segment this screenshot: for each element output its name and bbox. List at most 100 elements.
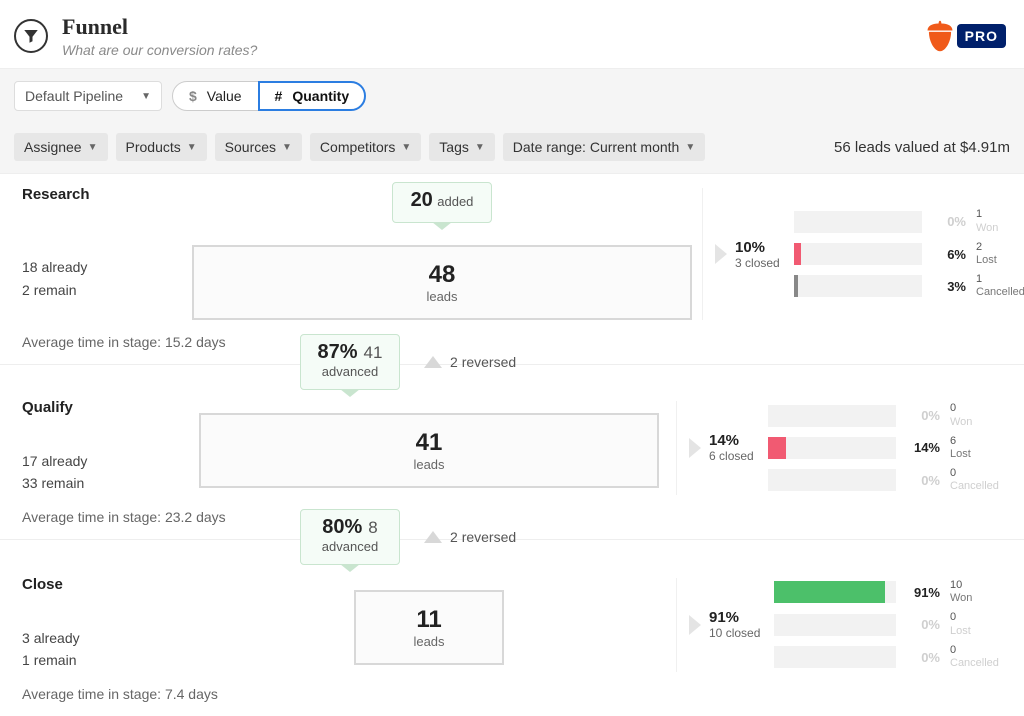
filter-date-range[interactable]: Date range: Current month ▼: [503, 133, 705, 161]
closed-block: 10% 3 closed: [715, 239, 780, 270]
closed-count: 6: [709, 449, 716, 463]
closed-label: closed: [719, 449, 754, 463]
triangle-right-icon: [689, 615, 701, 635]
title-block: Funnel What are our conversion rates?: [62, 14, 257, 58]
toggle-quantity[interactable]: # Quantity: [258, 81, 367, 111]
leads-label: leads: [211, 457, 647, 472]
remain-count: 33: [22, 475, 38, 491]
advance-box: 80% 8 advanced: [300, 509, 400, 565]
filter-date-range-label: Date range: Current month: [513, 139, 680, 155]
pro-label: PRO: [957, 24, 1006, 48]
already-label: already: [34, 630, 80, 646]
filter-chips: Assignee▼ Products ▼ Sources▼ Competitors…: [14, 133, 705, 161]
lost-pct: 14%: [906, 440, 940, 455]
remain-count: 2: [22, 282, 30, 298]
remain-label: remain: [34, 282, 77, 298]
cancelled-label: Cancelled: [950, 657, 1006, 670]
center-col: 11 leads: [192, 572, 666, 672]
leads-box[interactable]: 11 leads: [354, 590, 504, 665]
chevron-down-icon: ▼: [187, 142, 197, 153]
added-count: 20: [411, 189, 433, 211]
won-pct: 0%: [932, 214, 966, 229]
reversed-count: 2: [450, 529, 458, 545]
stages: Research 18 already 2 remain 20 added 48…: [0, 173, 1024, 716]
hash-icon: #: [275, 88, 283, 104]
closed-block: 14% 6 closed: [689, 432, 754, 463]
cancelled-pct: 3%: [932, 279, 966, 294]
triangle-right-icon: [715, 244, 727, 264]
advance-count: 8: [368, 518, 377, 538]
triangle-up-icon: [424, 356, 442, 368]
won-label: Won: [976, 222, 1024, 235]
chevron-down-icon: ▼: [685, 142, 695, 153]
bar-cancelled: 0% 0Cancelled: [774, 644, 1006, 670]
already-count: 17: [22, 453, 38, 469]
won-count: 0: [950, 402, 1006, 415]
advance-label: advanced: [315, 364, 385, 379]
chevron-down-icon: ▼: [282, 142, 292, 153]
advance-pct: 87%: [318, 341, 358, 364]
stage-name: Qualify: [22, 399, 182, 416]
leads-label: leads: [366, 634, 492, 649]
cancelled-count: 0: [950, 467, 1006, 480]
pro-badge: PRO: [923, 18, 1006, 54]
leads-count: 41: [211, 429, 647, 457]
toggle-value-label: Value: [207, 88, 242, 104]
reversed: 2 reversed: [424, 529, 516, 545]
reversed: 2 reversed: [424, 354, 516, 370]
page-title: Funnel: [62, 14, 257, 40]
center-col: 20 added 48 leads: [192, 182, 692, 320]
bar-won: 0% 1Won: [794, 208, 1024, 234]
won-pct: 0%: [906, 408, 940, 423]
leads-box[interactable]: 48 leads: [192, 245, 692, 320]
chevron-down-icon: ▼: [401, 142, 411, 153]
stage-name: Close: [22, 576, 182, 593]
toggle-value[interactable]: $ Value: [172, 81, 259, 111]
filter-sources[interactable]: Sources▼: [215, 133, 302, 161]
advance-wrap: 80% 8 advanced 2 reversed: [300, 509, 516, 565]
triangle-up-icon: [424, 531, 442, 543]
remain-count: 1: [22, 652, 30, 668]
outcome-panel: 14% 6 closed 0% 0Won 14% 6Lost 0%: [676, 401, 1006, 495]
triangle-right-icon: [689, 438, 701, 458]
funnel-icon: [14, 19, 48, 53]
topbar: Funnel What are our conversion rates? PR…: [0, 0, 1024, 68]
won-count: 10: [950, 579, 1006, 592]
added-box: 20 added: [392, 182, 492, 223]
outcome-bars: 0% 1Won 6% 2Lost 3% 1Cancelled: [794, 208, 1024, 299]
outcome-bars: 0% 0Won 14% 6Lost 0% 0Cancelled: [768, 402, 1006, 493]
cancelled-label: Cancelled: [976, 286, 1024, 299]
already-count: 18: [22, 259, 38, 275]
filter-products-label: Products: [126, 139, 181, 155]
already-label: already: [41, 259, 87, 275]
stage-name: Research: [22, 186, 182, 222]
closed-count: 10: [709, 626, 722, 640]
filter-assignee[interactable]: Assignee▼: [14, 133, 108, 161]
cancelled-label: Cancelled: [950, 480, 1006, 493]
outcome-panel: 91% 10 closed 91% 10Won 0% 0Lost 0%: [676, 578, 1006, 672]
already-label: already: [41, 453, 87, 469]
pipeline-select[interactable]: Default Pipeline ▼: [14, 81, 162, 111]
already-count: 3: [22, 630, 30, 646]
bar-won: 0% 0Won: [768, 402, 1006, 428]
advance-box: 87% 41 advanced: [300, 334, 400, 390]
bar-lost: 14% 6Lost: [768, 435, 1006, 461]
added-label: added: [437, 194, 473, 209]
bar-lost: 6% 2Lost: [794, 241, 1024, 267]
outcome-bars: 91% 10Won 0% 0Lost 0% 0Cancelled: [774, 579, 1006, 670]
filter-competitors[interactable]: Competitors▼: [310, 133, 421, 161]
leads-box[interactable]: 41 leads: [199, 413, 659, 488]
toggle-quantity-label: Quantity: [292, 88, 349, 104]
reversed-label: reversed: [462, 529, 516, 545]
bar-won: 91% 10Won: [774, 579, 1006, 605]
cancelled-pct: 0%: [906, 473, 940, 488]
stage-meta: 18 already 2 remain: [22, 256, 182, 320]
won-label: Won: [950, 592, 1006, 605]
bar-lost: 0% 0Lost: [774, 611, 1006, 637]
filter-tags[interactable]: Tags▼: [429, 133, 494, 161]
bar-cancelled: 3% 1Cancelled: [794, 273, 1024, 299]
pipeline-select-label: Default Pipeline: [25, 88, 123, 104]
leads-label: leads: [204, 289, 680, 304]
filter-products[interactable]: Products ▼: [116, 133, 207, 161]
lost-count: 2: [976, 241, 1024, 254]
